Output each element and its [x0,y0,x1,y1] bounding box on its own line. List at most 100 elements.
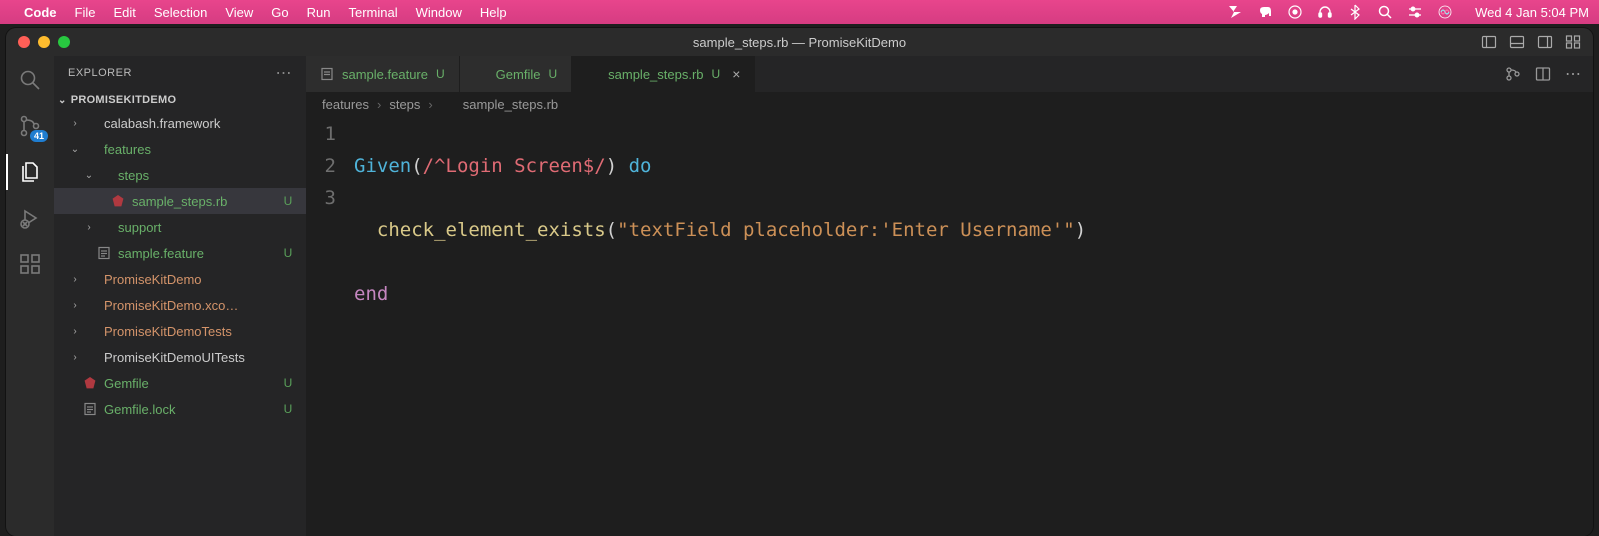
file-tree-item[interactable]: › PromiseKitDemo [54,266,306,292]
file-tree-item[interactable]: ›calabash.framework [54,110,306,136]
file-tree-item-label: PromiseKitDemo.xco… [104,298,280,313]
file-status: U [280,246,296,260]
breadcrumb-part[interactable]: steps [389,97,420,112]
tray-record-icon[interactable] [1287,4,1303,20]
code-editor[interactable]: 1 2 3 Given(/^Login Screen$/) do check_e… [306,116,1593,536]
tray-elephant-icon[interactable] [1257,4,1273,20]
tray-kite-icon[interactable] [1227,4,1243,20]
window-close-button[interactable] [18,36,30,48]
tab-compare-icon[interactable] [1505,66,1521,82]
activity-bar: 41 [6,56,54,536]
tabs-bar: sample.featureUGemfileUsample_steps.rbU×… [306,56,1593,92]
file-tree-item-label: features [104,142,280,157]
file-tree-item[interactable]: ⌄ steps [54,162,306,188]
code-token: ( [411,155,422,177]
tab-split-icon[interactable] [1535,66,1551,82]
menubar-terminal[interactable]: Terminal [349,5,398,20]
ruby-file-icon [82,375,98,391]
file-tree-item-label: sample_steps.rb [132,194,280,209]
breadcrumb-part[interactable]: features [322,97,369,112]
chevron-right-icon: › [68,118,82,129]
tray-siri-icon[interactable] [1437,4,1453,20]
menubar-go[interactable]: Go [271,5,288,20]
chevron-right-icon: › [68,300,82,311]
menubar-window[interactable]: Window [416,5,462,20]
file-tree-item[interactable]: GemfileU [54,370,306,396]
code-token: "textField placeholder:'Enter Username'" [617,219,1075,241]
sidebar-more-icon[interactable]: ⋯ [276,63,293,83]
tray-headphones-icon[interactable] [1317,4,1333,20]
activity-search-icon[interactable] [16,66,44,94]
code-token: end [354,283,388,305]
file-tree-item-label: steps [118,168,280,183]
file-tree-item[interactable]: sample.featureU [54,240,306,266]
activity-debug-icon[interactable] [16,204,44,232]
explorer-section-header[interactable]: ⌄ PROMISEKITDEMO [54,90,306,110]
file-tree-item-label: sample.feature [118,246,280,261]
menubar-view[interactable]: View [225,5,253,20]
editor-tab[interactable]: GemfileU [460,56,572,92]
file-tree-item[interactable]: ›support [54,214,306,240]
menubar-help[interactable]: Help [480,5,507,20]
tray-search-icon[interactable] [1377,4,1393,20]
activity-explorer-icon[interactable] [16,158,44,186]
file-tree-item[interactable]: › PromiseKitDemo.xco… [54,292,306,318]
file-tree-item[interactable]: Gemfile.lockU [54,396,306,422]
window-minimize-button[interactable] [38,36,50,48]
code-content[interactable]: Given(/^Login Screen$/) do check_element… [354,116,1593,536]
chevron-down-icon: ⌄ [68,144,82,155]
sidebar-title: EXPLORER [68,67,132,79]
file-tree-item[interactable]: ›PromiseKitDemoUITests [54,344,306,370]
menubar-app[interactable]: Code [24,5,57,20]
explorer-sidebar: EXPLORER ⋯ ⌄ PROMISEKITDEMO ›calabash.fr… [54,56,306,536]
chevron-right-icon: › [68,274,82,285]
editor-tab[interactable]: sample_steps.rbU× [572,56,755,92]
chevron-right-icon: › [377,97,381,112]
breadcrumb-file[interactable]: sample_steps.rb [463,97,558,112]
editor-tab-label: Gemfile [496,67,541,82]
file-status: U [280,402,296,416]
ruby-file-icon [110,193,126,209]
file-status: U [280,194,296,208]
layout-sidebar-left-icon[interactable] [1481,34,1497,50]
file-tree-item[interactable]: ›PromiseKitDemoTests [54,318,306,344]
titlebar: sample_steps.rb — PromiseKitDemo [6,28,1593,56]
menubar-selection[interactable]: Selection [154,5,207,20]
editor-tab-label: sample.feature [342,67,428,82]
chevron-right-icon: › [82,222,96,233]
file-tree-item-label: Gemfile [104,376,280,391]
menubar-edit[interactable]: Edit [113,5,135,20]
activity-extensions-icon[interactable] [16,250,44,278]
code-token: ) [606,155,629,177]
tab-close-icon[interactable]: × [732,66,740,82]
menubar-run[interactable]: Run [307,5,331,20]
file-tree-item[interactable]: sample_steps.rbU [54,188,306,214]
menubar-file[interactable]: File [75,5,96,20]
breadcrumb[interactable]: features › steps › sample_steps.rb [306,92,1593,116]
chevron-down-icon: ⌄ [82,170,96,181]
folder-icon [96,219,112,235]
folder-icon [82,323,98,339]
tray-control-center-icon[interactable] [1407,4,1423,20]
file-tree-item-label: Gemfile.lock [104,402,280,417]
menubar-datetime[interactable]: Wed 4 Jan 5:04 PM [1475,5,1589,20]
activity-scm-icon[interactable]: 41 [16,112,44,140]
line-gutter: 1 2 3 [306,116,354,536]
layout-panel-icon[interactable] [1509,34,1525,50]
file-icon [96,245,112,261]
tab-more-icon[interactable]: ⋯ [1565,64,1581,84]
file-tree-item[interactable]: ⌄ features [54,136,306,162]
file-tree-item-label: PromiseKitDemo [104,272,280,287]
editor-tab[interactable]: sample.featureU [306,56,460,92]
tray-bluetooth-icon[interactable] [1347,4,1363,20]
file-icon [82,401,98,417]
ruby-file-icon [586,67,600,81]
folder-icon [82,115,98,131]
window-zoom-button[interactable] [58,36,70,48]
layout-customize-icon[interactable] [1565,34,1581,50]
line-number: 1 [306,118,336,150]
file-status: U [280,376,296,390]
editor-area: sample.featureUGemfileUsample_steps.rbU×… [306,56,1593,536]
layout-sidebar-right-icon[interactable] [1537,34,1553,50]
folder-icon [82,349,98,365]
